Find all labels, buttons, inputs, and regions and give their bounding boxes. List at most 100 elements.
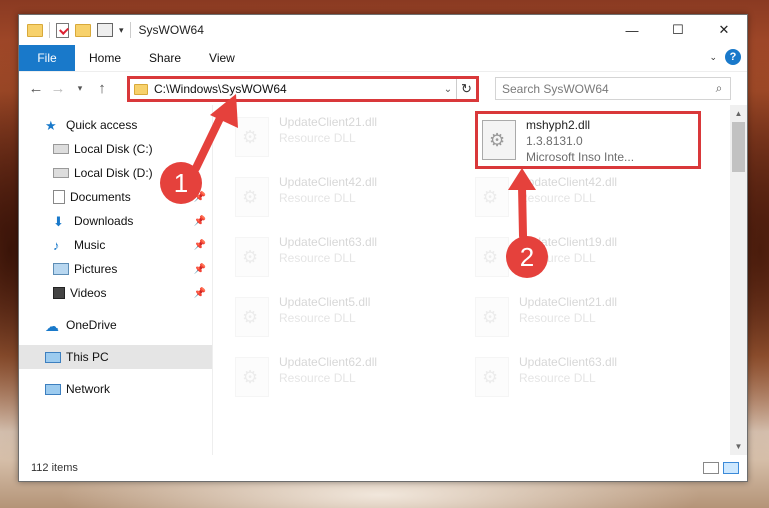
- scroll-up-icon[interactable]: ▲: [730, 105, 747, 122]
- file-type: Resource DLL: [279, 311, 356, 325]
- title-bar: ▾ SysWOW64 — ☐ ✕: [19, 15, 747, 45]
- address-dropdown-icon[interactable]: ⌄: [440, 84, 456, 95]
- nav-pictures[interactable]: Pictures 📌: [19, 257, 212, 281]
- large-icons-view-icon[interactable]: [723, 462, 739, 474]
- tab-share[interactable]: Share: [135, 45, 195, 71]
- scroll-down-icon[interactable]: ▼: [730, 438, 747, 455]
- scroll-thumb[interactable]: [732, 122, 745, 172]
- nav-label: This PC: [66, 350, 109, 364]
- cloud-icon: ☁: [45, 318, 59, 334]
- pictures-icon: [53, 263, 69, 275]
- search-box[interactable]: Search SysWOW64 ⌕: [495, 77, 731, 100]
- navigation-pane: ★ Quick access Local Disk (C:) Local Dis…: [19, 105, 213, 455]
- file-item[interactable]: UpdateClient21.dll Resource DLL: [235, 115, 455, 165]
- file-type: Resource DLL: [279, 371, 356, 385]
- pin-icon[interactable]: 📌: [194, 216, 206, 227]
- content-area: ★ Quick access Local Disk (C:) Local Dis…: [19, 105, 747, 455]
- expand-ribbon-icon[interactable]: ⌄: [709, 52, 717, 63]
- dll-file-icon: [475, 357, 509, 397]
- back-arrow-icon[interactable]: ←: [25, 80, 47, 97]
- nav-label: Documents: [70, 190, 131, 204]
- maximize-button[interactable]: ☐: [655, 15, 701, 45]
- nav-label: Local Disk (D:): [74, 166, 153, 180]
- documents-icon: [53, 190, 65, 204]
- file-item[interactable]: UpdateClient63.dll Resource DLL: [235, 235, 455, 285]
- file-type: Resource DLL: [519, 191, 596, 205]
- music-icon: ♪: [53, 238, 60, 253]
- address-path[interactable]: C:\Windows\SysWOW64: [154, 82, 440, 96]
- window-controls: — ☐ ✕: [609, 15, 747, 45]
- dll-file-icon: [475, 177, 509, 217]
- network-icon: [45, 383, 61, 395]
- details-view-icon[interactable]: [703, 462, 719, 474]
- file-item[interactable]: UpdateClient62.dll Resource DLL: [235, 355, 455, 405]
- tab-file[interactable]: File: [19, 45, 75, 71]
- nav-onedrive[interactable]: ☁ OneDrive: [19, 313, 212, 337]
- up-arrow-icon[interactable]: ↑: [91, 80, 113, 97]
- tab-view[interactable]: View: [195, 45, 249, 71]
- pin-icon[interactable]: 📌: [194, 240, 206, 251]
- refresh-icon[interactable]: ↻: [456, 79, 476, 99]
- file-item[interactable]: UpdateClient42.dll Resource DLL: [235, 175, 455, 225]
- file-item[interactable]: UpdateClient21.dll Resource DLL: [475, 295, 695, 345]
- dll-file-icon: [482, 120, 516, 160]
- search-input[interactable]: Search SysWOW64: [502, 82, 708, 96]
- minimize-button[interactable]: —: [609, 15, 655, 45]
- forward-arrow-icon[interactable]: →: [47, 80, 69, 97]
- nav-videos[interactable]: Videos 📌: [19, 281, 212, 305]
- file-item-mshyph2[interactable]: mshyph2.dll 1.3.8131.0 Microsoft Inso In…: [475, 111, 701, 169]
- address-bar[interactable]: C:\Windows\SysWOW64 ⌄ ↻: [127, 76, 479, 102]
- nav-network[interactable]: Network: [19, 377, 212, 401]
- nav-quick-access[interactable]: ★ Quick access: [19, 113, 212, 137]
- drive-icon: [53, 144, 69, 154]
- recent-locations-chevron-icon[interactable]: ▾: [69, 83, 91, 94]
- nav-label: Pictures: [74, 262, 118, 276]
- nav-label: Music: [74, 238, 106, 252]
- search-icon[interactable]: ⌕: [708, 81, 730, 96]
- dll-file-icon: [235, 237, 269, 277]
- nav-label: Quick access: [66, 118, 138, 132]
- address-row: ← → ▾ ↑ C:\Windows\SysWOW64 ⌄ ↻ Search S…: [19, 71, 747, 105]
- new-folder-icon[interactable]: [75, 23, 91, 37]
- step-badge-2: 2: [506, 236, 548, 278]
- properties-check-icon[interactable]: [56, 22, 69, 38]
- dll-file-icon: [235, 297, 269, 337]
- nav-local-disk-c[interactable]: Local Disk (C:): [19, 137, 212, 161]
- help-icon[interactable]: ?: [725, 49, 741, 65]
- file-item[interactable]: UpdateClient42.dll Resource DLL: [475, 175, 695, 225]
- nav-label: Videos: [70, 286, 107, 300]
- downloads-icon: ⬇: [53, 214, 64, 229]
- customize-icon[interactable]: [97, 23, 113, 37]
- pin-icon[interactable]: 📌: [194, 264, 206, 275]
- explorer-window: ▾ SysWOW64 — ☐ ✕ File Home Share View ⌄ …: [18, 14, 748, 482]
- file-item[interactable]: UpdateClient5.dll Resource DLL: [235, 295, 455, 345]
- view-toggles: [703, 462, 739, 474]
- file-type: Resource DLL: [519, 371, 596, 385]
- dll-file-icon: [235, 357, 269, 397]
- pin-icon[interactable]: 📌: [194, 288, 206, 299]
- file-name: UpdateClient5.dll: [279, 295, 371, 309]
- tab-home[interactable]: Home: [75, 45, 135, 71]
- file-type: Resource DLL: [519, 311, 596, 325]
- dll-file-icon: [235, 117, 269, 157]
- file-name: UpdateClient42.dll: [279, 175, 378, 189]
- file-name: UpdateClient63.dll: [519, 355, 618, 369]
- videos-icon: [53, 287, 65, 299]
- close-button[interactable]: ✕: [701, 15, 747, 45]
- nav-label: Local Disk (C:): [74, 142, 153, 156]
- nav-music[interactable]: ♪ Music 📌: [19, 233, 212, 257]
- nav-this-pc[interactable]: This PC: [19, 345, 212, 369]
- vertical-scrollbar[interactable]: ▲ ▼: [730, 105, 747, 455]
- status-bar: 112 items: [19, 455, 747, 481]
- item-count: 112 items: [31, 462, 78, 474]
- file-name: UpdateClient63.dll: [279, 235, 378, 249]
- file-version: 1.3.8131.0: [526, 134, 583, 148]
- file-name: UpdateClient62.dll: [279, 355, 378, 369]
- file-type: Resource DLL: [279, 131, 356, 145]
- file-item[interactable]: UpdateClient63.dll Resource DLL: [475, 355, 695, 405]
- nav-downloads[interactable]: ⬇ Downloads 📌: [19, 209, 212, 233]
- quick-access-toolbar: ▾: [19, 22, 131, 38]
- chevron-down-icon[interactable]: ▾: [119, 25, 124, 36]
- computer-icon: [45, 351, 61, 363]
